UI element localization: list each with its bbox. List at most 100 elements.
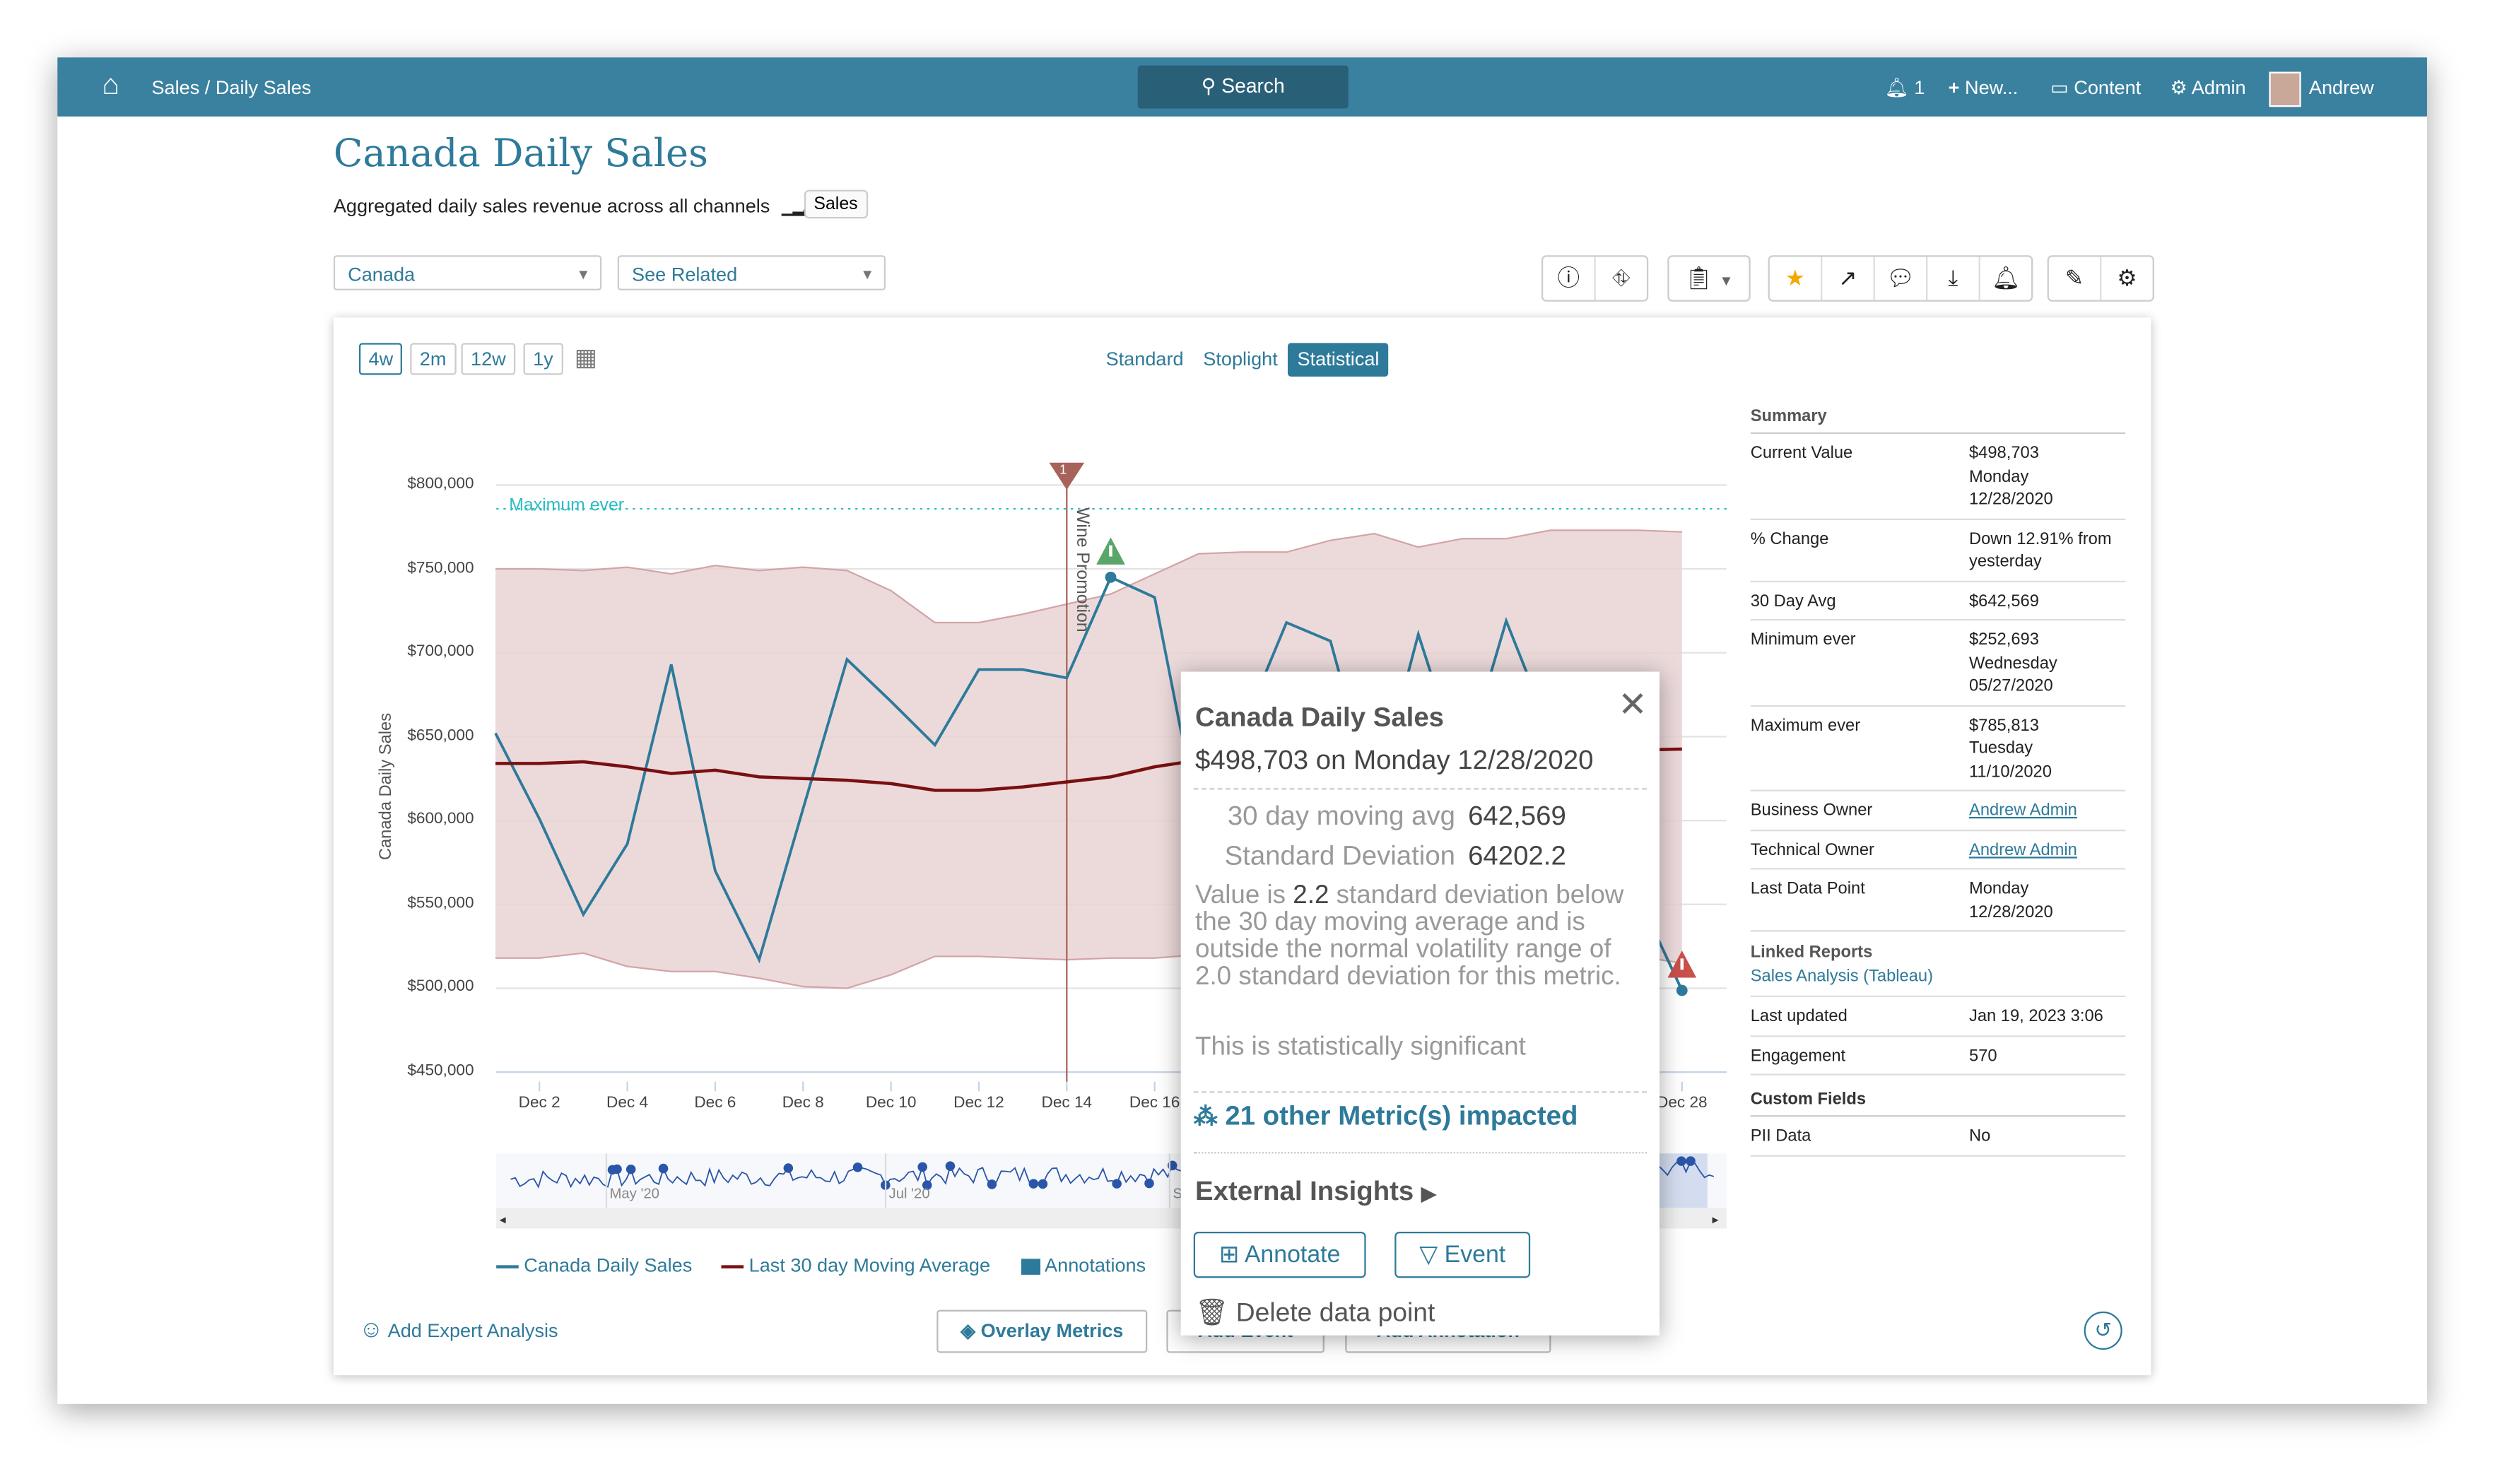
event-flag-icon: ▽ bbox=[1419, 1241, 1438, 1268]
summary-value: Monday 12/28/2020 bbox=[1969, 878, 2125, 924]
summary-panel: Summary Current Value$498,703 Monday 12/… bbox=[1751, 404, 2126, 1156]
caret-down-icon: ▼ bbox=[860, 257, 874, 292]
navigator-highlight-point bbox=[612, 1165, 622, 1174]
overlay-metrics-button[interactable]: ◈ Overlay Metrics bbox=[936, 1310, 1147, 1353]
download-icon[interactable]: ⤓ bbox=[1927, 257, 1980, 300]
summary-row: Current Value$498,703 Monday 12/28/2020 bbox=[1751, 434, 2126, 519]
legend-item-sales[interactable]: Canada Daily Sales bbox=[496, 1254, 692, 1277]
history-icon[interactable]: ↺ bbox=[2084, 1312, 2122, 1350]
summary-row: Business OwnerAndrew Admin bbox=[1751, 791, 2126, 830]
annotation-label[interactable]: Wine Promotion bbox=[1072, 507, 1091, 632]
annotate-button[interactable]: ⊞ Annotate bbox=[1194, 1232, 1366, 1278]
star-icon[interactable]: ★ bbox=[1770, 257, 1823, 300]
avg-label: 30 day moving avg bbox=[1197, 801, 1455, 832]
caret-down-icon: ▼ bbox=[576, 257, 590, 292]
content-button[interactable]: ▭ Content bbox=[2050, 76, 2141, 99]
y-tick-label: $700,000 bbox=[370, 643, 474, 661]
top-nav-bar: ⌂ Sales / Daily Sales ⚲ Search 🔔︎ 1 + Ne… bbox=[57, 57, 2427, 117]
data-point bbox=[1676, 985, 1688, 996]
share-icon[interactable]: ↗ bbox=[1822, 257, 1875, 300]
delete-data-point-button[interactable]: 🗑︎ Delete data point bbox=[1195, 1299, 1435, 1329]
avg-value: 642,569 bbox=[1468, 801, 1566, 832]
navigator-label: May '20 bbox=[609, 1185, 659, 1201]
external-insights-toggle[interactable]: External Insights ▶ bbox=[1195, 1176, 1436, 1208]
popup-value: $498,703 on Monday 12/28/2020 bbox=[1195, 745, 1593, 777]
search-button[interactable]: ⚲ Search bbox=[1138, 66, 1349, 109]
legend-swatch bbox=[721, 1265, 744, 1268]
summary-label: Last Data Point bbox=[1751, 878, 1969, 924]
annotate-icon: ⊞ bbox=[1219, 1241, 1239, 1268]
avatar[interactable] bbox=[2269, 72, 2301, 107]
close-icon[interactable]: ✕ bbox=[1618, 685, 1648, 726]
toolbar-group-info: ⓘ⛗ bbox=[1541, 255, 1648, 301]
toolbar-group-actions: ★↗💬︎⤓🔔︎ bbox=[1768, 255, 2033, 301]
sd-value: 64202.2 bbox=[1468, 841, 1566, 873]
summary-label: Technical Owner bbox=[1751, 838, 1969, 861]
summary-row: Last Data PointMonday 12/28/2020 bbox=[1751, 869, 2126, 931]
linked-reports-heading: Linked Reports bbox=[1751, 941, 2126, 965]
navigator-highlight-point bbox=[853, 1162, 863, 1172]
navigator-highlight-point bbox=[1038, 1179, 1048, 1189]
home-icon[interactable]: ⌂ bbox=[102, 69, 119, 102]
new-button[interactable]: + New... bbox=[1949, 76, 2019, 99]
summary-heading: Summary bbox=[1751, 404, 2126, 434]
breadcrumb[interactable]: Sales / Daily Sales bbox=[151, 76, 311, 99]
summary-row: Minimum ever$252,693 Wednesday 05/27/202… bbox=[1751, 620, 2126, 706]
user-menu[interactable]: Andrew bbox=[2309, 76, 2374, 99]
event-button[interactable]: ▽ Event bbox=[1394, 1232, 1530, 1278]
app-window: ⌂ Sales / Daily Sales ⚲ Search 🔔︎ 1 + Ne… bbox=[0, 0, 2502, 1484]
clipboard-dropdown[interactable]: 📋︎ ▼ bbox=[1669, 257, 1749, 300]
data-point bbox=[1105, 572, 1117, 583]
y-tick-label: $450,000 bbox=[370, 1063, 474, 1080]
range-4w[interactable]: 4w bbox=[359, 343, 403, 375]
owner-link[interactable]: Andrew Admin bbox=[1969, 838, 2125, 861]
data-point-popup: ✕ Canada Daily Sales $498,703 on Monday … bbox=[1181, 671, 1660, 1335]
annotation-number: 1 bbox=[1059, 463, 1067, 477]
navigator-highlight-point bbox=[1029, 1179, 1039, 1189]
add-expert-analysis-link[interactable]: ☺ Add Expert Analysis bbox=[359, 1317, 558, 1343]
tag-badge[interactable]: Sales bbox=[804, 190, 867, 219]
navigator-highlight-point bbox=[1144, 1179, 1154, 1189]
summary-label: Last updated bbox=[1751, 1005, 1969, 1028]
range-2m[interactable]: 2m bbox=[410, 343, 456, 375]
bell-icon[interactable]: 🔔︎ bbox=[1980, 257, 2031, 300]
owner-link[interactable]: Andrew Admin bbox=[1969, 799, 2125, 823]
calendar-icon[interactable]: ▦ bbox=[575, 343, 597, 372]
comment-icon[interactable]: 💬︎ bbox=[1875, 257, 1928, 300]
warning-icon-mark bbox=[1681, 958, 1684, 970]
legend-item-moving-average[interactable]: Last 30 day Moving Average bbox=[721, 1254, 990, 1277]
linked-report-link[interactable]: Sales Analysis (Tableau) bbox=[1751, 965, 2126, 988]
navigator-highlight-point bbox=[946, 1161, 956, 1171]
legend-item-annotations[interactable]: Annotations bbox=[1021, 1254, 1146, 1277]
summary-row: Technical OwnerAndrew Admin bbox=[1751, 830, 2126, 869]
y-axis-title: Canada Daily Sales bbox=[377, 691, 396, 883]
pencil-icon[interactable]: ✎ bbox=[2049, 257, 2102, 300]
x-tick-label: Dec 14 bbox=[1027, 1095, 1107, 1112]
notifications-button[interactable]: 🔔︎ 1 bbox=[1884, 76, 1925, 99]
impacted-metrics-link[interactable]: ⁂ 21 other Metric(s) impacted bbox=[1194, 1101, 1578, 1133]
summary-label: Minimum ever bbox=[1751, 629, 1969, 698]
gear-icon[interactable]: ⚙ bbox=[2101, 257, 2152, 300]
navigator-highlight-point bbox=[1686, 1156, 1696, 1166]
x-tick-label: Dec 12 bbox=[939, 1095, 1019, 1112]
toolbar-group-edit: ✎⚙ bbox=[2048, 255, 2154, 301]
navigator-highlight-point bbox=[1112, 1179, 1122, 1189]
region-select[interactable]: Canada▼ bbox=[334, 255, 601, 290]
sitemap-icon[interactable]: ⛗ bbox=[1596, 257, 1647, 300]
linked-reports: Linked Reports Sales Analysis (Tableau) bbox=[1751, 931, 2126, 997]
x-tick-label: Dec 8 bbox=[763, 1095, 843, 1112]
range-1y[interactable]: 1y bbox=[524, 343, 563, 375]
tab-statistical[interactable]: Statistical bbox=[1288, 343, 1389, 376]
tab-standard[interactable]: Standard bbox=[1096, 343, 1193, 376]
summary-row: Last updatedJan 19, 2023 3:06 bbox=[1751, 997, 2126, 1036]
annotation-flag-icon bbox=[1021, 1259, 1040, 1275]
legend-swatch bbox=[496, 1265, 519, 1268]
tab-stoplight[interactable]: Stoplight bbox=[1194, 343, 1288, 376]
see-related-select[interactable]: See Related▼ bbox=[618, 255, 886, 290]
summary-value: $498,703 Monday 12/28/2020 bbox=[1969, 442, 2125, 511]
info-icon[interactable]: ⓘ bbox=[1543, 257, 1596, 300]
admin-button[interactable]: ⚙ Admin bbox=[2170, 76, 2245, 99]
range-12w[interactable]: 12w bbox=[461, 343, 515, 375]
y-tick-label: $750,000 bbox=[370, 559, 474, 577]
custom-fields-heading: Custom Fields bbox=[1751, 1076, 2126, 1117]
